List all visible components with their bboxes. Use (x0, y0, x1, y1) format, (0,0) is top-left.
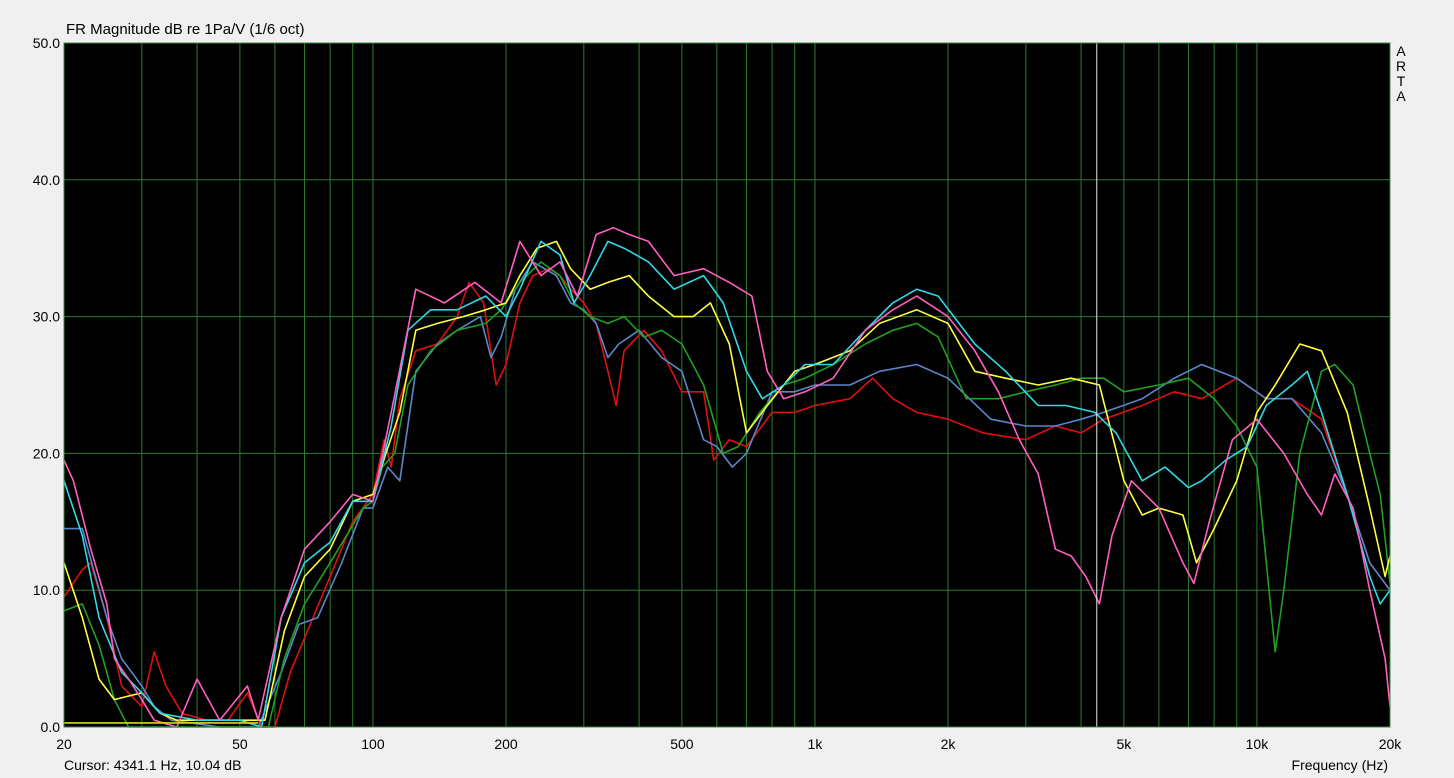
x-tick-label: 1k (808, 736, 824, 752)
y-tick-label: 40.0 (33, 172, 60, 188)
plot-area (64, 43, 1390, 727)
x-tick-label: 5k (1116, 736, 1132, 752)
x-tick-label: 20k (1379, 736, 1403, 752)
y-tick-label: 10.0 (33, 582, 60, 598)
frequency-response-chart[interactable]: 0.0 10.0 20.0 30.0 40.0 50.0 20 50 100 200 500 1k 2k… (0, 0, 1454, 778)
x-tick-label: 20 (56, 736, 72, 752)
cursor-readout: Cursor: 4341.1 Hz, 10.04 dB (64, 757, 242, 773)
x-tick-label: 200 (494, 736, 518, 752)
y-tick-label: 20.0 (33, 445, 60, 461)
y-tick-label: 0.0 (41, 719, 61, 735)
y-tick-label: 50.0 (33, 35, 60, 51)
x-tick-label: 2k (941, 736, 957, 752)
x-tick-label: 50 (232, 736, 248, 752)
x-axis-label: Frequency (Hz) (1291, 757, 1388, 773)
x-tick-label: 500 (670, 736, 694, 752)
x-tick-label: 10k (1246, 736, 1270, 752)
y-tick-label: 30.0 (33, 309, 60, 325)
x-tick-label: 100 (361, 736, 385, 752)
